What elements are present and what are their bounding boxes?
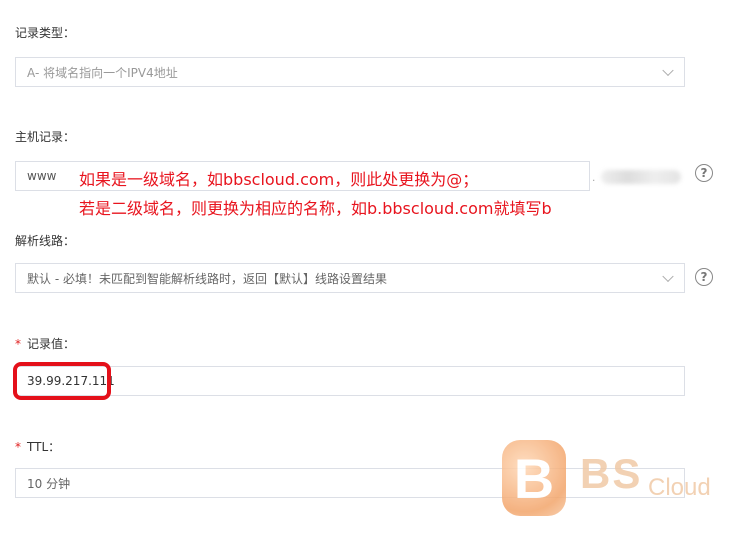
- domain-suffix-dot: .: [592, 170, 596, 184]
- watermark-b-logo: B: [502, 440, 566, 516]
- resolution-line-value: 默认 - 必填！未匹配到智能解析线路时，返回【默认】线路设置结果: [27, 271, 387, 286]
- record-value-highlight: [13, 362, 111, 400]
- ttl-label-row: * TTL：: [15, 438, 60, 455]
- record-type-select[interactable]: A- 将域名指向一个IPV4地址: [15, 57, 685, 87]
- host-record-label: 主机记录：: [15, 130, 76, 144]
- record-type-value: A- 将域名指向一个IPV4地址: [27, 65, 178, 80]
- record-value-input[interactable]: 39.99.217.111: [15, 366, 685, 396]
- resolution-line-label: 解析线路：: [15, 234, 76, 248]
- required-mark: *: [15, 337, 21, 351]
- annotation-line-1: 如果是一级域名，如bbscloud.com，则此处更换为@；: [79, 170, 479, 189]
- watermark-bs-text: BS: [580, 450, 643, 497]
- chevron-down-icon: [662, 270, 674, 283]
- chevron-down-icon: [662, 64, 674, 77]
- watermark-cloud-text: Cloud: [648, 474, 711, 501]
- resolution-line-select[interactable]: 默认 - 必填！未匹配到智能解析线路时，返回【默认】线路设置结果: [15, 263, 685, 293]
- annotation-line-2: 若是二级域名，则更换为相应的名称，如b.bbscloud.com就填写b: [79, 199, 552, 218]
- host-record-value: www: [27, 169, 57, 183]
- domain-suffix: .: [592, 163, 686, 191]
- blurred-domain: [601, 170, 682, 184]
- line-help-icon[interactable]: ?: [695, 268, 713, 286]
- required-mark: *: [15, 440, 21, 454]
- record-type-label: 记录类型：: [15, 26, 76, 40]
- ttl-value: 10 分钟: [27, 476, 71, 491]
- record-value-label: 记录值：: [27, 337, 76, 351]
- record-value-label-row: * 记录值：: [15, 335, 75, 352]
- host-help-icon[interactable]: ?: [695, 164, 713, 182]
- ttl-label: TTL：: [27, 440, 61, 454]
- bbscloud-watermark: B BS Cloud: [496, 436, 726, 536]
